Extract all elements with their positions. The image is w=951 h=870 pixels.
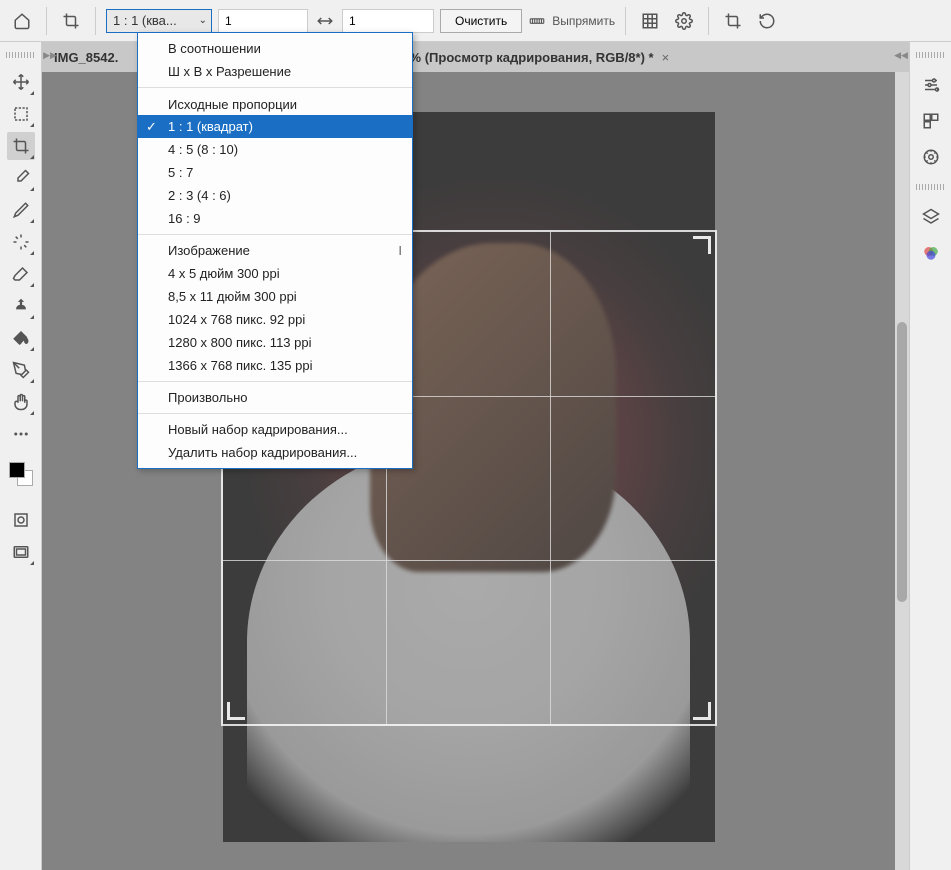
grid-overlay-icon[interactable] [636, 7, 664, 35]
channels-panel-icon[interactable] [918, 240, 944, 266]
screen-mode-tool[interactable] [7, 538, 35, 566]
tools-panel [0, 42, 42, 870]
settings-gear-icon[interactable] [670, 7, 698, 35]
straighten-icon [528, 12, 546, 30]
paint-bucket-tool[interactable] [7, 324, 35, 352]
collapse-right-icon[interactable]: ◀◀ [895, 46, 907, 64]
crop-handle-br[interactable] [693, 702, 711, 720]
pen-tool[interactable] [7, 356, 35, 384]
crop-tool-icon[interactable] [57, 7, 85, 35]
straighten-label: Выпрямить [552, 14, 615, 28]
crop-width-input[interactable] [218, 9, 308, 33]
home-icon[interactable] [8, 7, 36, 35]
menu-item-preset-1024[interactable]: 1024 x 768 пикс. 92 ppi [138, 308, 412, 331]
navigator-panel-icon[interactable] [918, 144, 944, 170]
aspect-ratio-dropdown[interactable]: 1 : 1 (ква... [106, 9, 212, 33]
swap-dimensions-icon[interactable] [314, 12, 336, 30]
crop-handle-bl[interactable] [227, 702, 245, 720]
menu-item-new-preset[interactable]: Новый набор кадрирования... [138, 418, 412, 441]
hand-tool[interactable] [7, 388, 35, 416]
vertical-scrollbar[interactable] [895, 72, 909, 870]
menu-item-wxh-res[interactable]: Ш x В x Разрешение [138, 60, 412, 83]
menu-item-preset-8x11[interactable]: 8,5 x 11 дюйм 300 ppi [138, 285, 412, 308]
layers-panel-icon[interactable] [918, 204, 944, 230]
menu-item-ratio[interactable]: В соотношении [138, 37, 412, 60]
menu-item-delete-preset[interactable]: Удалить набор кадрирования... [138, 441, 412, 464]
color-swatches[interactable] [9, 462, 33, 486]
menu-item-preset-1280[interactable]: 1280 x 800 пикс. 113 ppi [138, 331, 412, 354]
straighten-button[interactable]: Выпрямить [528, 12, 615, 30]
crop-tool[interactable] [7, 132, 35, 160]
move-tool[interactable] [7, 68, 35, 96]
close-tab-icon[interactable]: × [662, 50, 670, 65]
crop-height-input[interactable] [342, 9, 434, 33]
menu-item-4-5[interactable]: 4 : 5 (8 : 10) [138, 138, 412, 161]
menu-item-1-1[interactable]: 1 : 1 (квадрат) [138, 115, 412, 138]
menu-item-original[interactable]: Исходные пропорции [138, 92, 412, 115]
menu-item-preset-1366[interactable]: 1366 x 768 пикс. 135 ppi [138, 354, 412, 377]
clear-button[interactable]: Очистить [440, 9, 522, 33]
menu-header-image[interactable]: ИзображениеI [138, 239, 412, 262]
crop-preset-icon[interactable] [719, 7, 747, 35]
menu-item-5-7[interactable]: 5 : 7 [138, 161, 412, 184]
reset-crop-icon[interactable] [753, 7, 781, 35]
menu-item-preset-4x5[interactable]: 4 x 5 дюйм 300 ppi [138, 262, 412, 285]
menu-item-custom[interactable]: Произвольно [138, 386, 412, 409]
brush-tool[interactable] [7, 196, 35, 224]
collapse-left-icon[interactable]: ▶▶ [44, 46, 56, 64]
aspect-ratio-menu: В соотношении Ш x В x Разрешение Исходны… [137, 32, 413, 469]
right-panels [909, 42, 951, 870]
marquee-tool[interactable] [7, 100, 35, 128]
more-tools[interactable] [7, 420, 35, 448]
clone-stamp-tool[interactable] [7, 292, 35, 320]
quick-mask-tool[interactable] [7, 506, 35, 534]
eraser-tool[interactable] [7, 260, 35, 288]
menu-item-16-9[interactable]: 16 : 9 [138, 207, 412, 230]
styles-panel-icon[interactable] [918, 108, 944, 134]
menu-item-2-3[interactable]: 2 : 3 (4 : 6) [138, 184, 412, 207]
eyedropper-tool[interactable] [7, 164, 35, 192]
healing-brush-tool[interactable] [7, 228, 35, 256]
adjustments-panel-icon[interactable] [918, 72, 944, 98]
crop-handle-tr[interactable] [693, 236, 711, 254]
